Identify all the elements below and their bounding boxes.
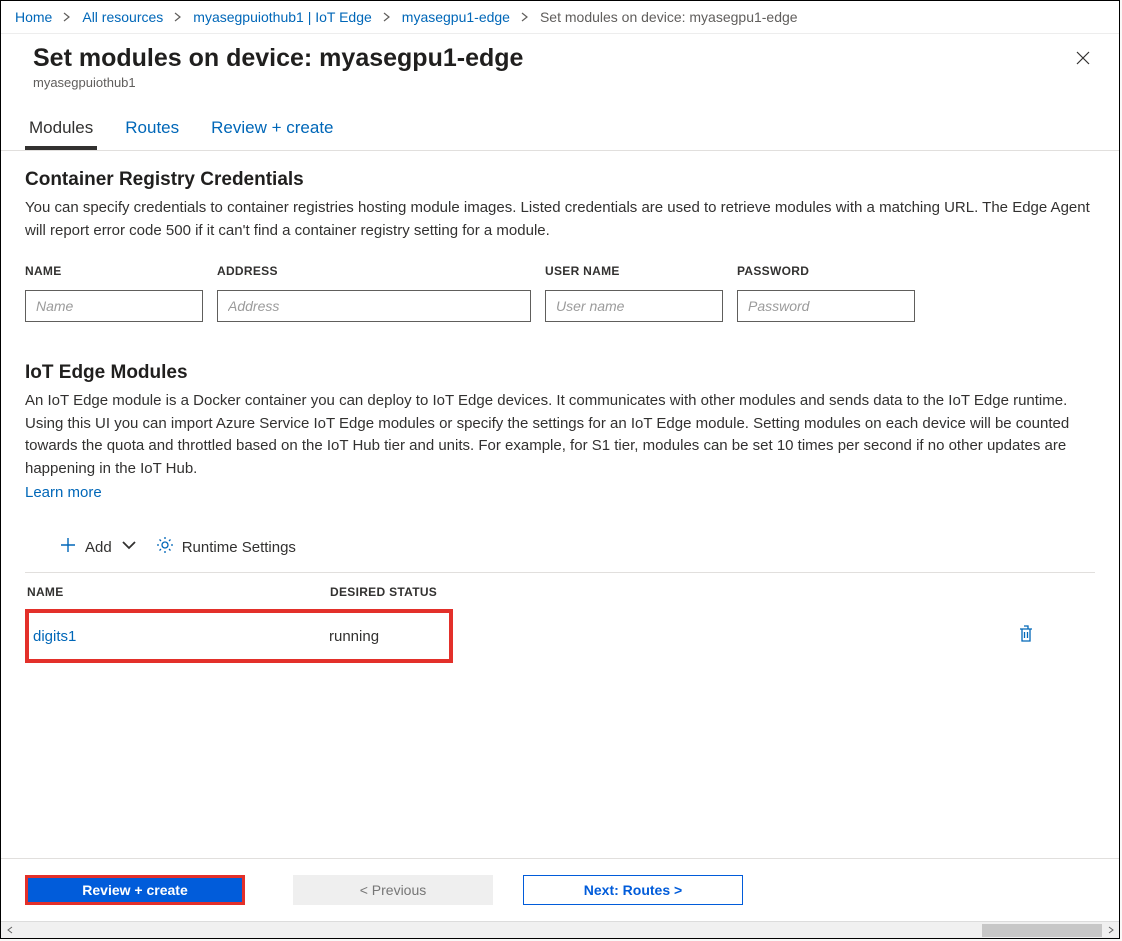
delete-module-button[interactable] <box>1017 624 1035 649</box>
previous-button[interactable]: < Previous <box>293 875 493 905</box>
cred-address-input[interactable] <box>217 290 531 322</box>
modules-desc: An IoT Edge module is a Docker container… <box>25 390 1095 480</box>
breadcrumb-current: Set modules on device: myasegpu1-edge <box>540 9 798 25</box>
breadcrumb-all-resources[interactable]: All resources <box>82 9 163 25</box>
learn-more-link[interactable]: Learn more <box>25 484 102 501</box>
scrollbar-track[interactable] <box>18 922 1102 939</box>
chevron-right-icon <box>173 12 183 22</box>
page-subtitle: myasegpuiothub1 <box>33 75 523 90</box>
cred-name-label: NAME <box>25 264 203 278</box>
modules-title: IoT Edge Modules <box>25 362 1095 384</box>
credentials-desc: You can specify credentials to container… <box>25 197 1095 242</box>
review-create-button[interactable]: Review + create <box>25 875 245 905</box>
gear-icon <box>156 536 174 558</box>
add-label: Add <box>85 539 112 556</box>
trash-icon <box>1017 631 1035 648</box>
tab-bar: Modules Routes Review + create <box>1 104 1119 151</box>
module-status: running <box>329 628 379 645</box>
close-button[interactable] <box>1069 44 1097 77</box>
cred-password-input[interactable] <box>737 290 915 322</box>
breadcrumb: Home All resources myasegpuiothub1 | IoT… <box>1 1 1119 34</box>
col-status-header: DESIRED STATUS <box>330 585 1095 599</box>
cred-user-input[interactable] <box>545 290 723 322</box>
chevron-right-icon <box>520 12 530 22</box>
cred-name-input[interactable] <box>25 290 203 322</box>
breadcrumb-device[interactable]: myasegpu1-edge <box>402 9 510 25</box>
module-name-link[interactable]: digits1 <box>29 628 329 645</box>
breadcrumb-home[interactable]: Home <box>15 9 52 25</box>
tab-modules[interactable]: Modules <box>25 118 97 150</box>
scrollbar-thumb[interactable] <box>982 924 1102 937</box>
plus-icon <box>59 536 77 558</box>
runtime-label: Runtime Settings <box>182 539 296 556</box>
add-module-button[interactable]: Add <box>59 536 138 558</box>
credentials-title: Container Registry Credentials <box>25 169 1095 191</box>
scroll-right-button[interactable] <box>1102 922 1119 939</box>
tab-routes[interactable]: Routes <box>121 118 183 150</box>
scroll-left-button[interactable] <box>1 922 18 939</box>
cred-address-label: ADDRESS <box>217 264 531 278</box>
close-icon <box>1075 53 1091 70</box>
next-button[interactable]: Next: Routes > <box>523 875 743 905</box>
runtime-settings-button[interactable]: Runtime Settings <box>156 536 296 558</box>
chevron-right-icon <box>62 12 72 22</box>
horizontal-scrollbar[interactable] <box>1 921 1119 938</box>
chevron-right-icon <box>382 12 392 22</box>
cred-user-label: USER NAME <box>545 264 723 278</box>
col-name-header: NAME <box>25 585 330 599</box>
page-title: Set modules on device: myasegpu1-edge <box>33 44 523 73</box>
breadcrumb-iot-edge[interactable]: myasegpuiothub1 | IoT Edge <box>193 9 372 25</box>
cred-password-label: PASSWORD <box>737 264 915 278</box>
module-row[interactable]: digits1 running <box>25 609 453 663</box>
chevron-down-icon <box>120 536 138 558</box>
tab-review-create[interactable]: Review + create <box>207 118 337 150</box>
